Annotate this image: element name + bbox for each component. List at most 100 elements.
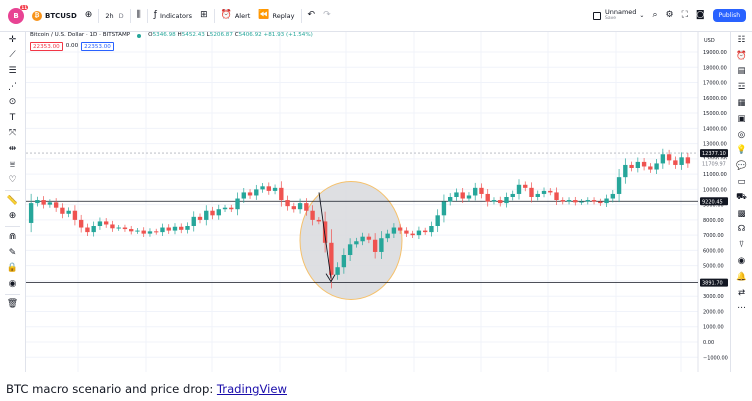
trade-button[interactable]: ⇄ <box>731 285 752 301</box>
live-stream-button[interactable]: ◉ <box>731 253 752 269</box>
price-tick-label: 10000.00 <box>703 187 727 193</box>
publish-button[interactable]: Publish <box>712 9 746 22</box>
calculator-button[interactable]: ▩ <box>731 206 752 222</box>
interval-button[interactable]: 2h D <box>101 6 127 26</box>
candle-body <box>310 210 315 220</box>
rewind-icon: ⏪ <box>258 10 270 20</box>
symbol-search-button[interactable]: ₿ BTCUSD <box>28 6 81 26</box>
streams-button[interactable]: ▭ <box>731 174 752 190</box>
candle-body <box>229 207 234 210</box>
support-button[interactable]: ☊ <box>731 222 752 238</box>
candle-body <box>241 192 246 199</box>
stay-drawing-tool[interactable]: ✎ <box>0 245 25 261</box>
zoom-in-icon: ⊕ <box>8 211 17 222</box>
more-button[interactable]: ⋯ <box>731 301 752 317</box>
trading-panel-button[interactable]: ◎ <box>731 127 752 143</box>
indicators-button[interactable]: ƒ Indicators <box>150 6 196 26</box>
broadcast-icon: ◉ <box>737 256 746 267</box>
alert-button[interactable]: ⏰ Alert <box>217 6 255 26</box>
candle-body <box>598 201 603 204</box>
chart-legend: Bitcoin / U.S. Dollar · 1D · BITSTAMP O5… <box>30 31 313 51</box>
heart-icon: ♡ <box>8 175 17 186</box>
candle-body <box>660 154 666 164</box>
notifications-button[interactable]: ⛟ <box>731 190 752 206</box>
projection-tool[interactable]: ⤧ <box>0 126 25 142</box>
calendar-button[interactable]: ▦ <box>731 95 752 111</box>
user-avatar[interactable]: B 11 <box>8 4 28 24</box>
data-window-button[interactable]: ▤ <box>731 64 752 80</box>
price-tick-label: 0.00 <box>703 340 714 346</box>
hotlists-button[interactable]: ☲ <box>731 79 752 95</box>
text-tool[interactable]: T <box>0 110 25 126</box>
data-window-icon: ▤ <box>737 66 746 77</box>
screener-button[interactable]: ⍢ <box>731 237 752 253</box>
market-status-dot <box>137 33 142 38</box>
favorites-tool[interactable]: ♡ <box>0 172 25 188</box>
candle-body <box>410 233 415 236</box>
watchlist-button[interactable]: ☷ <box>731 32 752 48</box>
chats-button[interactable]: 💬 <box>731 158 752 174</box>
replay-button[interactable]: ⏪ Replay <box>254 6 298 26</box>
candle-body <box>72 210 78 220</box>
toolbar-divider <box>146 8 148 23</box>
image-caption: BTC macro scenario and price drop: Tradi… <box>6 382 287 396</box>
alerts-panel-button[interactable]: ⏰ <box>731 48 752 64</box>
candle-body <box>235 198 240 210</box>
templates-button[interactable]: ⊞ <box>196 6 212 26</box>
magnet-tool[interactable]: ⋒ <box>0 229 25 245</box>
ideas-button[interactable]: 💡 <box>731 143 752 159</box>
price-chart[interactable]: USD 19000.00 18000.00 17000.00 16000.00 15000… <box>26 32 730 372</box>
toolbar-divider <box>5 226 20 228</box>
pattern-tool[interactable]: ⋰ <box>0 79 25 95</box>
candle-body <box>97 221 103 226</box>
search-icon: ⌕ <box>652 10 658 20</box>
calculator-icon: ▩ <box>737 208 746 219</box>
zoom-in-tool[interactable]: ⊕ <box>0 209 25 225</box>
projection-icon: ⤧ <box>8 128 17 139</box>
quick-search-button[interactable]: ⌕ <box>648 6 661 26</box>
candle-body <box>191 216 196 226</box>
buy-button[interactable]: 22353.00 <box>81 42 114 51</box>
candle-body <box>166 227 171 231</box>
chart-type-button[interactable]: ⫼ <box>133 6 145 26</box>
news-button[interactable]: ▣ <box>731 111 752 127</box>
undo-button[interactable]: ↶ <box>304 6 320 26</box>
remove-drawings-tool[interactable]: 🗑 <box>0 297 25 313</box>
snapshot-button[interactable]: ◙ <box>692 6 709 26</box>
fib-tool[interactable]: ☰ <box>0 63 25 79</box>
layout-name-button[interactable]: Unnamed Save ⌄ <box>589 6 648 26</box>
measure-icon: ⇹ <box>8 143 17 154</box>
candle-body <box>129 229 134 232</box>
symbol-title[interactable]: Bitcoin / U.S. Dollar · 1D · BITSTAMP <box>30 31 130 40</box>
forecast-tool[interactable]: ⩸ <box>0 157 25 173</box>
candle-body <box>85 227 90 233</box>
fullscreen-button[interactable]: ⛶ <box>678 6 692 26</box>
toolbar-divider <box>5 293 20 295</box>
hide-drawings-tool[interactable]: ◉ <box>0 276 25 292</box>
text-icon: T <box>9 112 16 123</box>
candle-body <box>179 226 184 230</box>
candle-body <box>254 189 259 196</box>
ruler-tool[interactable]: 📏 <box>0 193 25 209</box>
notification-bell-button[interactable]: 🔔 <box>731 269 752 285</box>
compare-symbol-button[interactable]: ⊕ <box>81 6 97 26</box>
caption-link[interactable]: TradingView <box>217 382 287 396</box>
toolbar-divider <box>98 8 100 23</box>
candle-body <box>610 193 616 199</box>
price-tick-label: 18000.00 <box>703 65 727 71</box>
layout-square-icon <box>592 11 601 20</box>
redo-button[interactable]: ↷ <box>319 6 335 26</box>
price-tick-label: −1000.00 <box>703 355 728 361</box>
sell-button[interactable]: 22353.00 <box>30 42 63 51</box>
settings-button[interactable]: ⚙ <box>661 6 677 26</box>
measure-tool[interactable]: ⇹ <box>0 141 25 157</box>
candle-body <box>366 236 372 240</box>
toolbar-divider <box>129 8 131 23</box>
candle-body <box>635 161 641 168</box>
fib-lines-icon: ☰ <box>8 65 17 76</box>
lock-drawings-tool[interactable]: 🔒 <box>0 260 25 276</box>
crosshair-tool[interactable]: ✛ <box>0 32 25 48</box>
shape-tool[interactable]: ⊙ <box>0 94 25 110</box>
candle-body <box>247 192 253 196</box>
trend-line-tool[interactable]: ⟋ <box>0 48 25 64</box>
